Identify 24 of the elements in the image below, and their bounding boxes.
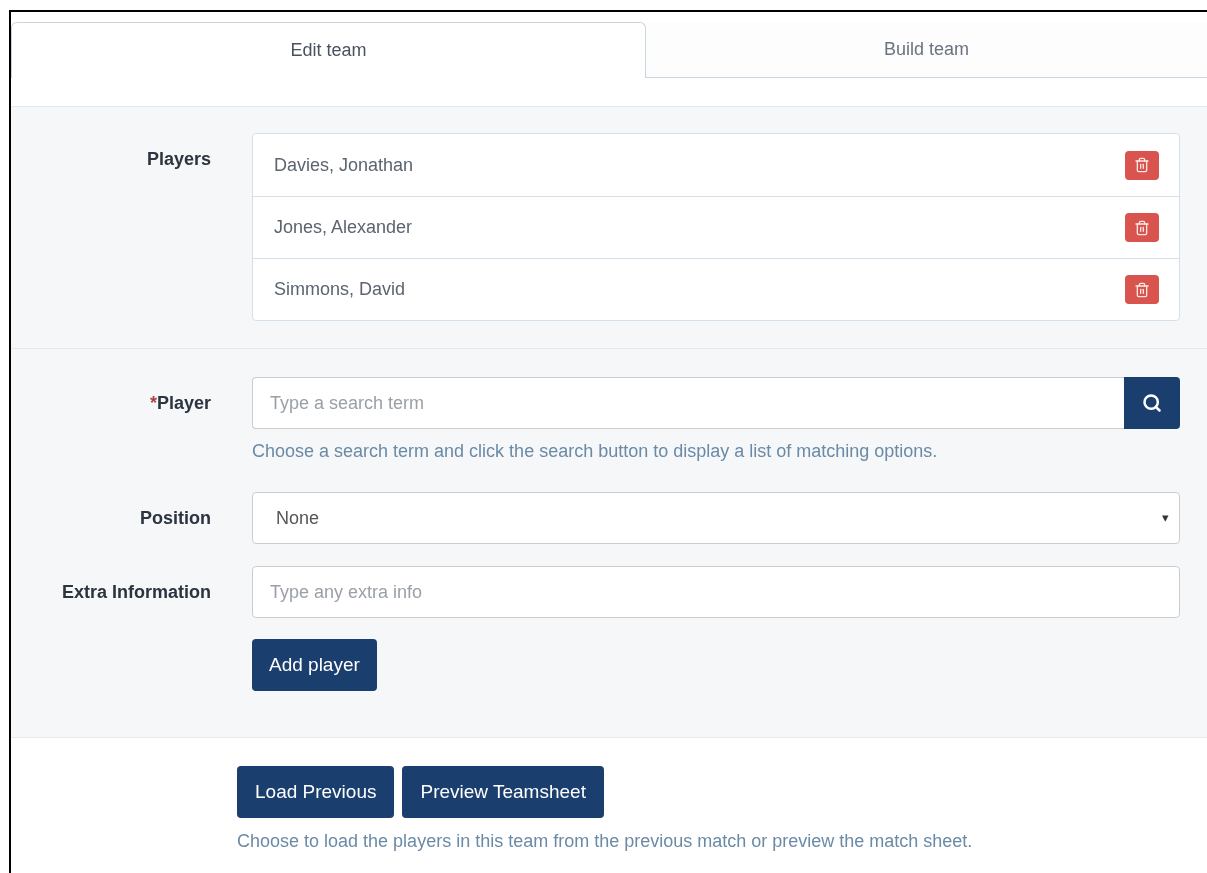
- delete-button[interactable]: [1125, 213, 1159, 242]
- footer-button[interactable]: Preview Teamsheet: [402, 766, 604, 818]
- help-text: Choose a search term and click the search button to display a list of matching options.: [252, 440, 939, 463]
- player-label: *Player: [149, 392, 211, 415]
- tab[interactable]: Edit team: [11, 22, 646, 78]
- trash-icon: [1134, 157, 1150, 173]
- search-icon: [1142, 393, 1162, 413]
- search-field[interactable]: Type a search term: [252, 377, 1124, 429]
- extra-info-label: Extra Information: [61, 581, 211, 604]
- footer-help-text: Choose to load the players in this team from the previous match or preview the match sheet.: [237, 830, 974, 853]
- position-label: Position: [140, 507, 211, 530]
- trash-icon: [1134, 219, 1150, 236]
- trash-icon: [1134, 281, 1150, 298]
- delete-button[interactable]: [1125, 150, 1159, 180]
- position-select[interactable]: None ▾: [252, 492, 1180, 544]
- delete-button[interactable]: [1125, 275, 1159, 304]
- players-label: Players: [146, 148, 211, 171]
- footer-button[interactable]: Load Previous: [237, 766, 395, 818]
- add-player-button[interactable]: Add player: [252, 639, 377, 691]
- search-button[interactable]: [1124, 377, 1180, 429]
- player-name: Davies, Jonathan: [274, 153, 414, 177]
- player-name: Simmons, David: [274, 278, 406, 301]
- player-name: Jones, Alexander: [274, 216, 413, 239]
- extra-info-field[interactable]: Type any extra info: [252, 566, 1180, 618]
